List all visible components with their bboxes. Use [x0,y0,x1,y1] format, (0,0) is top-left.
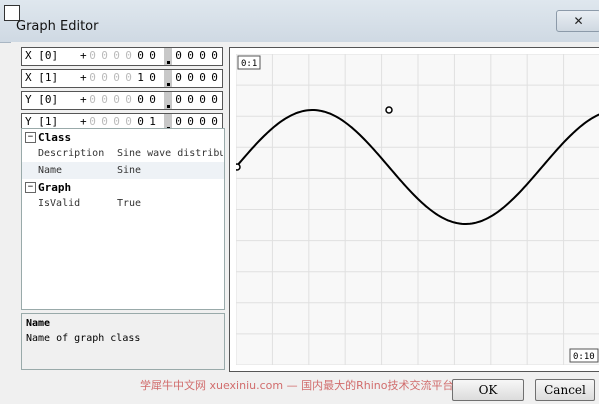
collapse-icon[interactable]: − [25,132,36,143]
start-handle [233,163,241,171]
property-category[interactable]: − Graph [22,179,224,195]
param-label: Y [0] [25,93,59,106]
param-label: X [1] [25,71,59,84]
param-row[interactable]: Y [0] +0 0 0 0 0 0 0 0 0 0 [21,91,223,110]
param-digit[interactable]: 0 [124,71,133,84]
param-digit[interactable]: 0 [148,49,157,62]
param-digit[interactable]: 0 [100,49,109,62]
param-digit[interactable]: 0 [124,115,133,128]
peak-handle [385,106,393,114]
param-digit[interactable]: 0 [88,115,97,128]
property-name: Name [38,165,63,176]
param-fraction-digit[interactable]: 0 [186,93,195,106]
collapse-icon[interactable]: − [25,182,36,193]
param-fraction-digit[interactable]: 0 [210,71,219,84]
param-label: Y [1] [25,115,59,128]
cancel-button[interactable]: Cancel [535,379,595,401]
property-grid: − Class Description Sine wave distribu Name S… [21,128,225,310]
param-digit[interactable]: 0 [88,93,97,106]
param-digit[interactable]: 0 [112,49,121,62]
param-digit[interactable]: 0 [112,115,121,128]
param-fraction-digit[interactable]: 0 [210,115,219,128]
ok-button[interactable]: OK [452,379,524,401]
property-name: IsValid [38,198,81,209]
property-value[interactable]: Sine [117,165,223,176]
property-value[interactable]: Sine wave distribu [117,148,223,159]
param-sign[interactable]: + [80,71,87,84]
param-fraction-digit[interactable]: 0 [174,93,183,106]
param-digit[interactable]: 0 [136,115,145,128]
param-digit[interactable]: 0 [100,71,109,84]
param-fraction-digit[interactable]: 0 [174,71,183,84]
property-row[interactable]: Name Sine [22,162,224,179]
description-panel: Name Name of graph class [21,313,225,370]
property-value[interactable]: True [117,198,223,209]
param-sign[interactable]: + [80,93,87,106]
param-fraction-digit[interactable]: 0 [198,93,207,106]
graph-svg[interactable]: 0:1 0:10 [233,53,599,366]
param-digit[interactable]: 0 [88,71,97,84]
param-fraction-digit[interactable]: 0 [210,93,219,106]
param-digit[interactable]: 0 [88,49,97,62]
decimal-point [167,105,170,108]
param-fraction-digit[interactable]: 0 [186,49,195,62]
param-fraction-digit[interactable]: 0 [210,49,219,62]
decimal-point [167,61,170,64]
property-row[interactable]: Description Sine wave distribu [22,145,224,162]
param-fraction-digit[interactable]: 0 [198,71,207,84]
param-sign[interactable]: + [80,49,87,62]
param-digit[interactable]: 0 [112,93,121,106]
param-digit[interactable]: 0 [100,115,109,128]
property-name: Description [38,148,105,159]
description-title: Name [26,318,51,329]
param-digit[interactable]: 0 [124,93,133,106]
description-text: Name of graph class [26,333,141,344]
graph-editor-window: Graph Editor ✕ X [0] +0 0 0 0 0 0 0 0 0 0 X [1] +0 0 0… [0,0,599,404]
param-fraction-digit[interactable]: 0 [174,115,183,128]
param-row[interactable]: X [1] +0 0 0 0 1 0 0 0 0 0 [21,69,223,88]
param-fraction-digit[interactable]: 0 [198,49,207,62]
graph-frame: 0:1 0:10 [229,47,599,372]
watermark-text: 学犀牛中文网 xuexiniu.com — 国内最大的Rhino技术交流平台 [140,379,454,392]
category-label: Class [38,131,72,144]
param-fraction-digit[interactable]: 0 [174,49,183,62]
property-row[interactable]: IsValid True [22,195,224,212]
param-label: X [0] [25,49,59,62]
param-fraction-digit[interactable]: 0 [186,115,195,128]
graph-canvas[interactable]: 0:1 0:10 [233,53,599,366]
param-digit[interactable]: 1 [148,115,157,128]
close-button[interactable]: ✕ [556,10,599,32]
param-digit[interactable]: 0 [124,49,133,62]
window-title: Graph Editor [16,19,99,34]
param-row[interactable]: X [0] +0 0 0 0 0 0 0 0 0 0 [21,47,223,66]
param-digit[interactable]: 0 [136,93,145,106]
param-digit[interactable]: 0 [148,71,157,84]
param-digit[interactable]: 0 [136,49,145,62]
title-bar[interactable]: Graph Editor ✕ [0,0,599,43]
param-sign[interactable]: + [80,115,87,128]
property-category[interactable]: − Class [22,129,224,145]
decimal-point [167,83,170,86]
param-fraction-digit[interactable]: 0 [198,115,207,128]
param-digit[interactable]: 0 [148,93,157,106]
parameter-inputs: X [0] +0 0 0 0 0 0 0 0 0 0 X [1] +0 0 0 0 1 0 0 0 0 0 Y [0] +0 0… [21,47,223,135]
category-label: Graph [38,181,72,194]
param-digit[interactable]: 0 [112,71,121,84]
bottom-right-label: 0:10 [573,352,595,362]
param-digit[interactable]: 0 [100,93,109,106]
top-left-label: 0:1 [241,59,257,69]
param-digit[interactable]: 1 [136,71,145,84]
param-fraction-digit[interactable]: 0 [186,71,195,84]
